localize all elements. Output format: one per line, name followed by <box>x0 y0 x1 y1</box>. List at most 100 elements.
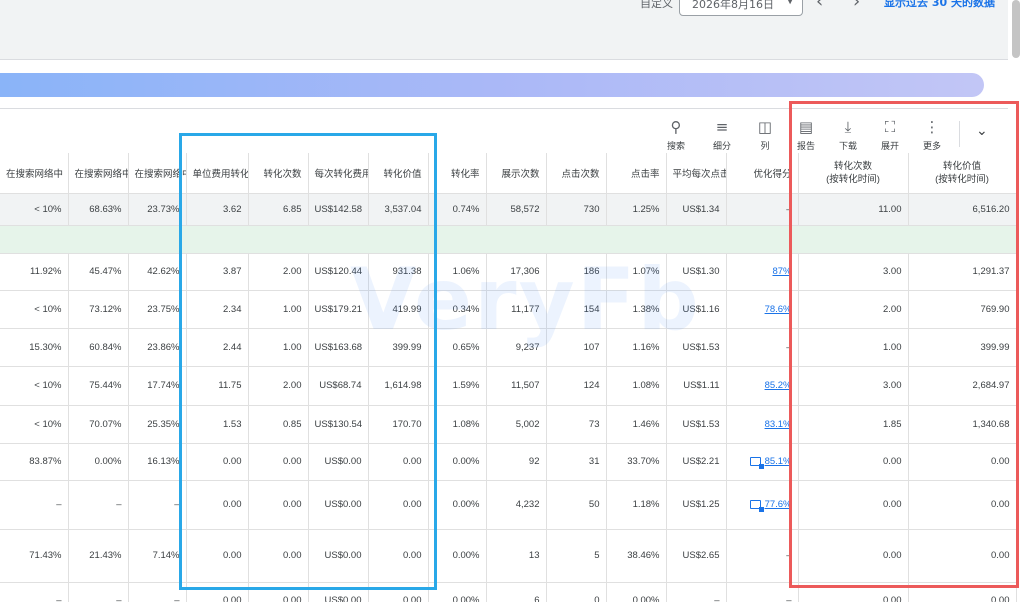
download-button[interactable]: ⤓ 下载 <box>828 117 868 152</box>
table-cell: – <box>726 582 799 602</box>
table-cell: 0.00 <box>248 480 309 530</box>
table-cell: 17,306 <box>486 253 547 291</box>
table-cell: 4,232 <box>486 480 547 530</box>
table-cell: 124 <box>546 366 607 406</box>
table-cell: 0.00 <box>368 529 429 583</box>
report-button[interactable]: ▤ 报告 <box>786 117 826 152</box>
table-cell: 6.85 <box>248 193 309 226</box>
optimization-score-link[interactable]: 78.6% <box>765 304 792 315</box>
optimization-score-link[interactable]: 77.6% <box>765 499 792 510</box>
table-row[interactable]: 83.87% 0.00% 16.13% 0.00 0.00 US$0.00 0.00 0.00… <box>0 443 1017 481</box>
table-cell: 0.00% <box>606 582 667 602</box>
table-row[interactable]: 15.30% 60.84% 23.86% 2.44 1.00 US$163.68 399.9… <box>0 328 1017 367</box>
columns-button[interactable]: ◫ 列 <box>745 117 785 152</box>
table-cell: 73.12% <box>68 290 129 329</box>
column-header[interactable]: 每次转化费用 <box>308 153 369 194</box>
table-cell: 2.34 <box>186 290 249 329</box>
table-cell: 0.00 <box>798 443 909 481</box>
table-cell: 3,537.04 <box>368 193 429 226</box>
table-cell: 3.62 <box>186 193 249 226</box>
band-cell <box>248 225 308 254</box>
table-cell: 11.75 <box>186 366 249 406</box>
optimization-score-link[interactable]: 85.2% <box>765 380 792 391</box>
table-cell: 92 <box>486 443 547 481</box>
table-cell: 399.99 <box>908 328 1017 367</box>
chevron-down-icon[interactable]: ⌄ <box>976 123 988 139</box>
compare-period-link[interactable]: 显示过去 30 天的数据 <box>884 0 995 10</box>
table-cell: 0.00 <box>798 582 909 602</box>
table-cell: 15.30% <box>0 328 69 367</box>
table-cell: US$130.54 <box>308 405 369 444</box>
column-header[interactable]: 单位费用转化 <box>186 153 249 194</box>
table-cell: < 10% <box>0 366 69 406</box>
band-cell <box>186 225 248 254</box>
table-row[interactable]: 11.92% 45.47% 42.62% 3.87 2.00 US$120.44 931.3… <box>0 253 1017 291</box>
column-header[interactable]: 转化价值 (按转化时间) <box>908 153 1017 194</box>
recommendation-icon[interactable] <box>749 499 764 512</box>
column-header[interactable]: 点击次数 <box>546 153 607 194</box>
segment-icon: ≡ <box>715 118 729 136</box>
table-cell: 23.86% <box>128 328 187 367</box>
table-cell: 0.00 <box>908 480 1017 530</box>
column-header[interactable]: 点击率 <box>606 153 667 194</box>
column-header[interactable]: 转化率 <box>428 153 487 194</box>
table-cell: – <box>0 582 69 602</box>
table-cell: 1,340.68 <box>908 405 1017 444</box>
more-button[interactable]: ⋮ 更多 <box>912 117 952 152</box>
chevron-right-icon[interactable]: › <box>853 0 860 12</box>
table-row[interactable]: – – –0.00 0.00 US$0.00 0.00 0.00% 4,232 50 1.18% U… <box>0 480 1017 530</box>
segment-button[interactable]: ≡ 细分 <box>702 117 742 152</box>
table-cell: 0.00% <box>428 529 487 583</box>
table-cell: 2.00 <box>248 366 309 406</box>
table-total-row: < 10% 68.63% 23.73% 3.62 6.85 US$142.58 3,537.… <box>0 193 1017 226</box>
column-header[interactable]: 在搜索网络中 <box>128 153 187 194</box>
table-cell: US$1.53 <box>666 405 727 444</box>
search-button[interactable]: ⚲ 搜索 <box>656 117 696 152</box>
table-row[interactable]: 71.43% 21.43% 7.14% 0.00 0.00 US$0.00 0.00 0.00… <box>0 529 1017 583</box>
chevron-left-icon[interactable]: ‹ <box>816 0 823 12</box>
table-cell: 2,684.97 <box>908 366 1017 406</box>
columns-icon: ◫ <box>757 118 773 136</box>
optimization-score-link[interactable]: 83.1% <box>765 419 792 430</box>
table-cell: 11.00 <box>798 193 909 226</box>
expand-button[interactable]: ⛶ 展开 <box>870 117 910 152</box>
table-cell: 0.00% <box>428 480 487 530</box>
table-cell: 70.07% <box>68 405 129 444</box>
table-cell: 1.06% <box>428 253 487 291</box>
table-cell: 769.90 <box>908 290 1017 329</box>
column-header[interactable]: 优化得分 <box>726 153 799 194</box>
column-header[interactable]: 平均每次点击 <box>666 153 727 194</box>
table-cell: 23.75% <box>128 290 187 329</box>
band-cell <box>368 225 428 254</box>
table-cell: – <box>726 193 799 226</box>
page-scrollbar[interactable] <box>1012 0 1020 58</box>
table-row[interactable]: < 10% 70.07% 25.35% 1.53 0.85 US$130.54 170.70… <box>0 405 1017 444</box>
column-header[interactable]: 转化价值 <box>368 153 429 194</box>
date-range-select[interactable]: 2026年8月16日 ▼ <box>679 0 803 16</box>
column-header[interactable]: 转化次数 <box>248 153 309 194</box>
column-header[interactable]: 转化次数 (按转化时间) <box>798 153 909 194</box>
table-cell: US$68.74 <box>308 366 369 406</box>
column-header[interactable]: 在搜索网络中 <box>0 153 69 194</box>
optimization-score-link[interactable]: 85.1% <box>765 456 792 467</box>
table-cell: 0.85 <box>248 405 309 444</box>
table-cell: 78.6% <box>726 290 799 329</box>
campaign-table: 在搜索网络中 在搜索网络中 在搜索网络中 单位费用转化 转化次数 每次转化费用 转化价值 转化… <box>0 153 1017 602</box>
table-cell: 85.1% <box>726 443 799 481</box>
toolbar-divider <box>959 121 960 147</box>
table-cell: 1,291.37 <box>908 253 1017 291</box>
table-row[interactable]: < 10% 73.12% 23.75% 2.34 1.00 US$179.21 419.99… <box>0 290 1017 329</box>
table-row[interactable]: – – –0.00 0.00 US$0.00 0.00 0.00% 6 0 0.00% – –0.00… <box>0 582 1017 602</box>
table-cell: 6,516.20 <box>908 193 1017 226</box>
table-row[interactable]: < 10% 75.44% 17.74% 11.75 2.00 US$68.74 1,614.… <box>0 366 1017 406</box>
recommendation-icon[interactable] <box>749 456 764 469</box>
band-cell <box>546 225 606 254</box>
column-header[interactable]: 展示次数 <box>486 153 547 194</box>
column-header[interactable]: 在搜索网络中 <box>68 153 129 194</box>
table-cell: 3.00 <box>798 366 909 406</box>
optimization-score-link[interactable]: 87% <box>772 266 791 277</box>
search-icon: ⚲ <box>670 118 682 136</box>
table-cell: 13 <box>486 529 547 583</box>
table-cell: 31 <box>546 443 607 481</box>
download-button-label: 下载 <box>838 142 857 152</box>
